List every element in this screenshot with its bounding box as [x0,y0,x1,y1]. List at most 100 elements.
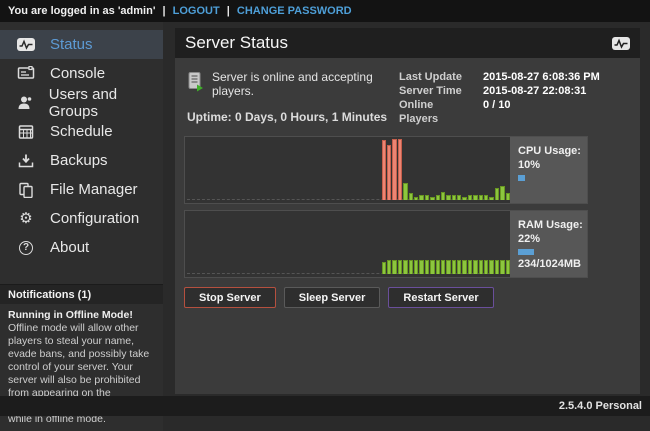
chart-bar [452,195,456,200]
chart-bar [425,260,429,274]
sidebar-item-console[interactable]: Console [0,59,163,88]
chart-bar [473,260,477,274]
chart-bar [489,197,493,200]
question-icon: ? [16,238,36,258]
server-actions: Stop Server Sleep Server Restart Server [184,287,640,308]
stop-server-button[interactable]: Stop Server [184,287,276,308]
sidebar-item-label: Schedule [50,123,113,140]
chart-bar [441,260,445,274]
info-value: 2015-08-27 22:08:31 [483,84,586,98]
info-label: Online Players [399,98,475,126]
sidebar-item-configuration[interactable]: ⚙ Configuration [0,204,163,233]
chart-bar [462,260,466,274]
sidebar: Status Console Users and Groups Schedule [0,22,163,375]
backups-icon [16,151,36,171]
info-value: 2015-08-27 6:08:36 PM [483,70,600,84]
chart-bar [441,192,445,200]
chart-bar [387,260,391,274]
chart-bar [430,260,434,274]
notification-title: Running in Offline Mode! [8,309,155,322]
chart-bar [414,260,418,274]
ram-usage-label: RAM Usage: [518,218,587,232]
main-panel: Server Status Server is online and accep… [175,28,640,394]
chart-bar [425,195,429,200]
sidebar-item-label: About [50,239,89,256]
logged-in-text: You are logged in as 'admin' [8,5,155,17]
info-value: 0 / 10 [483,98,511,126]
sidebar-item-file-manager[interactable]: File Manager [0,175,163,204]
cpu-usage-panel: CPU Usage: 10% [510,137,587,203]
separator: | [163,5,166,17]
chart-bar [473,195,477,200]
chart-bar [446,195,450,200]
ram-usage-indicator [518,249,534,255]
info-label: Last Update [399,70,475,84]
chart-bar [387,145,391,200]
sidebar-menu: Status Console Users and Groups Schedule [0,22,163,262]
sidebar-item-schedule[interactable]: Schedule [0,117,163,146]
info-row-online-players: Online Players 0 / 10 [399,98,630,126]
info-label: Server Time [399,84,475,98]
sidebar-item-label: Configuration [50,210,139,227]
chart-bar [452,260,456,274]
notifications-header: Notifications (1) [0,284,163,304]
chart-bar [398,260,402,274]
page-title: Server Status [185,33,612,53]
sidebar-item-label: Backups [50,152,108,169]
sidebar-item-about[interactable]: ? About [0,233,163,262]
cpu-usage-chart: CPU Usage: 10% [184,136,588,204]
server-info-table: Last Update 2015-08-27 6:08:36 PM Server… [399,70,630,126]
chart-bar [403,183,407,200]
sidebar-item-label: Status [50,36,93,53]
status-section: Server is online and accepting players. … [175,58,640,130]
separator: | [227,5,230,17]
version-text: 2.5.4.0 Personal [559,400,642,412]
chart-bar [500,260,504,274]
chart-bar [479,260,483,274]
chart-bar [409,193,413,200]
chart-bar [495,260,499,274]
chart-bar [382,262,386,274]
chart-bar [392,260,396,274]
status-icon [16,35,36,55]
chart-bar [457,195,461,200]
cpu-chart-plot [185,137,511,203]
sidebar-item-label: Users and Groups [49,86,163,120]
sidebar-item-label: File Manager [50,181,138,198]
info-row-last-update: Last Update 2015-08-27 6:08:36 PM [399,70,630,84]
login-bar: You are logged in as 'admin' | LOGOUT | … [0,0,650,22]
sidebar-item-status[interactable]: Status [0,30,163,59]
chart-bar [414,197,418,200]
sidebar-item-label: Console [50,65,105,82]
ram-usage-chart: RAM Usage: 22% 234/1024MB [184,210,588,278]
chart-bar [457,260,461,274]
chart-bar [479,195,483,200]
ram-usage-detail: 234/1024MB [518,257,587,271]
ram-chart-plot [185,211,511,277]
ram-usage-panel: RAM Usage: 22% 234/1024MB [510,211,587,277]
cpu-usage-label: CPU Usage: [518,144,587,158]
console-icon [16,64,36,84]
chart-bar [436,195,440,200]
chart-bar [468,195,472,200]
sidebar-item-backups[interactable]: Backups [0,146,163,175]
restart-server-button[interactable]: Restart Server [388,287,493,308]
chart-bar [495,188,499,200]
chart-bar [468,260,472,274]
chart-bar [409,260,413,274]
gear-icon: ⚙ [16,209,36,229]
chart-bar [403,260,407,274]
change-password-link[interactable]: CHANGE PASSWORD [237,5,352,17]
server-online-icon [187,71,204,98]
chart-bar [462,197,466,200]
info-row-server-time: Server Time 2015-08-27 22:08:31 [399,84,630,98]
server-status-message: Server is online and accepting players. [212,70,399,98]
chart-bar [484,260,488,274]
chart-bar [382,140,386,200]
chart-bar [430,197,434,200]
logout-link[interactable]: LOGOUT [173,5,220,17]
sleep-server-button[interactable]: Sleep Server [284,287,381,308]
sidebar-item-users-and-groups[interactable]: Users and Groups [0,88,163,117]
status-graph-icon[interactable] [612,37,630,50]
ram-usage-value: 22% [518,232,587,246]
